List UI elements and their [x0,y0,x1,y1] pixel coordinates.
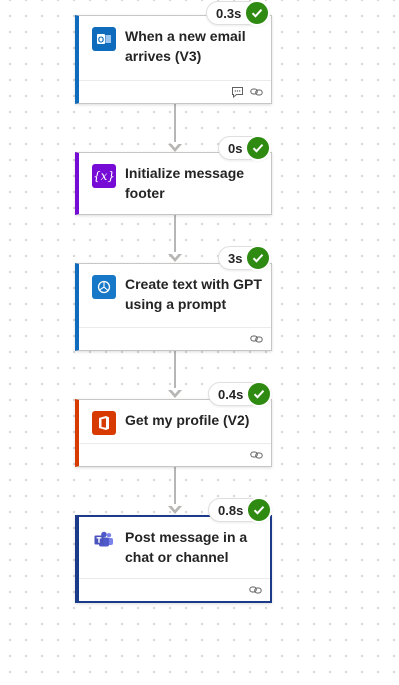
success-check-icon [245,245,272,271]
duration-label: 3s [228,250,243,266]
connector-arrow-icon [168,504,182,514]
duration-label: 0.4s [218,386,244,402]
run-duration-badge: 0.8s [208,497,273,523]
run-duration-badge: 3s [218,245,272,271]
duration-label: 0.8s [218,502,244,518]
run-duration-badge: 0.4s [208,381,273,407]
link-icon[interactable] [250,87,263,97]
duration-label: 0s [228,140,243,156]
step-footer [79,80,271,103]
step-title: When a new email arrives (V3) [125,28,246,64]
run-duration-badge: 0.3s [206,0,271,26]
ai-builder-icon [92,275,116,299]
run-duration-badge: 0s [218,135,272,161]
step-footer [79,327,271,350]
office365-icon [92,411,116,435]
link-icon[interactable] [249,585,262,595]
duration-label: 0.3s [216,5,242,21]
comment-icon[interactable] [231,86,244,98]
success-check-icon [246,497,273,523]
variable-icon: {x} [92,164,116,188]
connector-arrow-icon [168,252,182,262]
connector-line [174,350,176,390]
connector-arrow-icon [168,388,182,398]
flow-step-card[interactable]: Create text with GPT using a prompt [75,263,272,351]
step-title: Initialize message footer [125,165,245,201]
step-title: Get my profile (V2) [125,412,250,428]
step-title: Post message in a chat or channel [125,529,248,565]
success-check-icon [244,0,271,26]
connector-line [174,214,176,254]
svg-text:O: O [98,36,104,45]
success-check-icon [246,381,273,407]
flow-step-card[interactable]: Post message in a chat or channel [75,515,272,603]
success-check-icon [245,135,272,161]
link-icon[interactable] [250,450,263,460]
step-footer [79,578,270,601]
teams-icon [92,528,116,552]
connector-line [174,466,176,506]
flow-step-card[interactable]: {x} Initialize message footer [75,152,272,215]
flow-step-card[interactable]: O When a new email arrives (V3) [75,15,272,104]
link-icon[interactable] [250,334,263,344]
connector-line [174,103,176,144]
step-footer [79,443,271,466]
flow-step-card[interactable]: Get my profile (V2) [75,399,272,467]
connector-arrow-icon [168,142,182,152]
outlook-icon: O [92,27,116,51]
step-title: Create text with GPT using a prompt [125,276,262,312]
